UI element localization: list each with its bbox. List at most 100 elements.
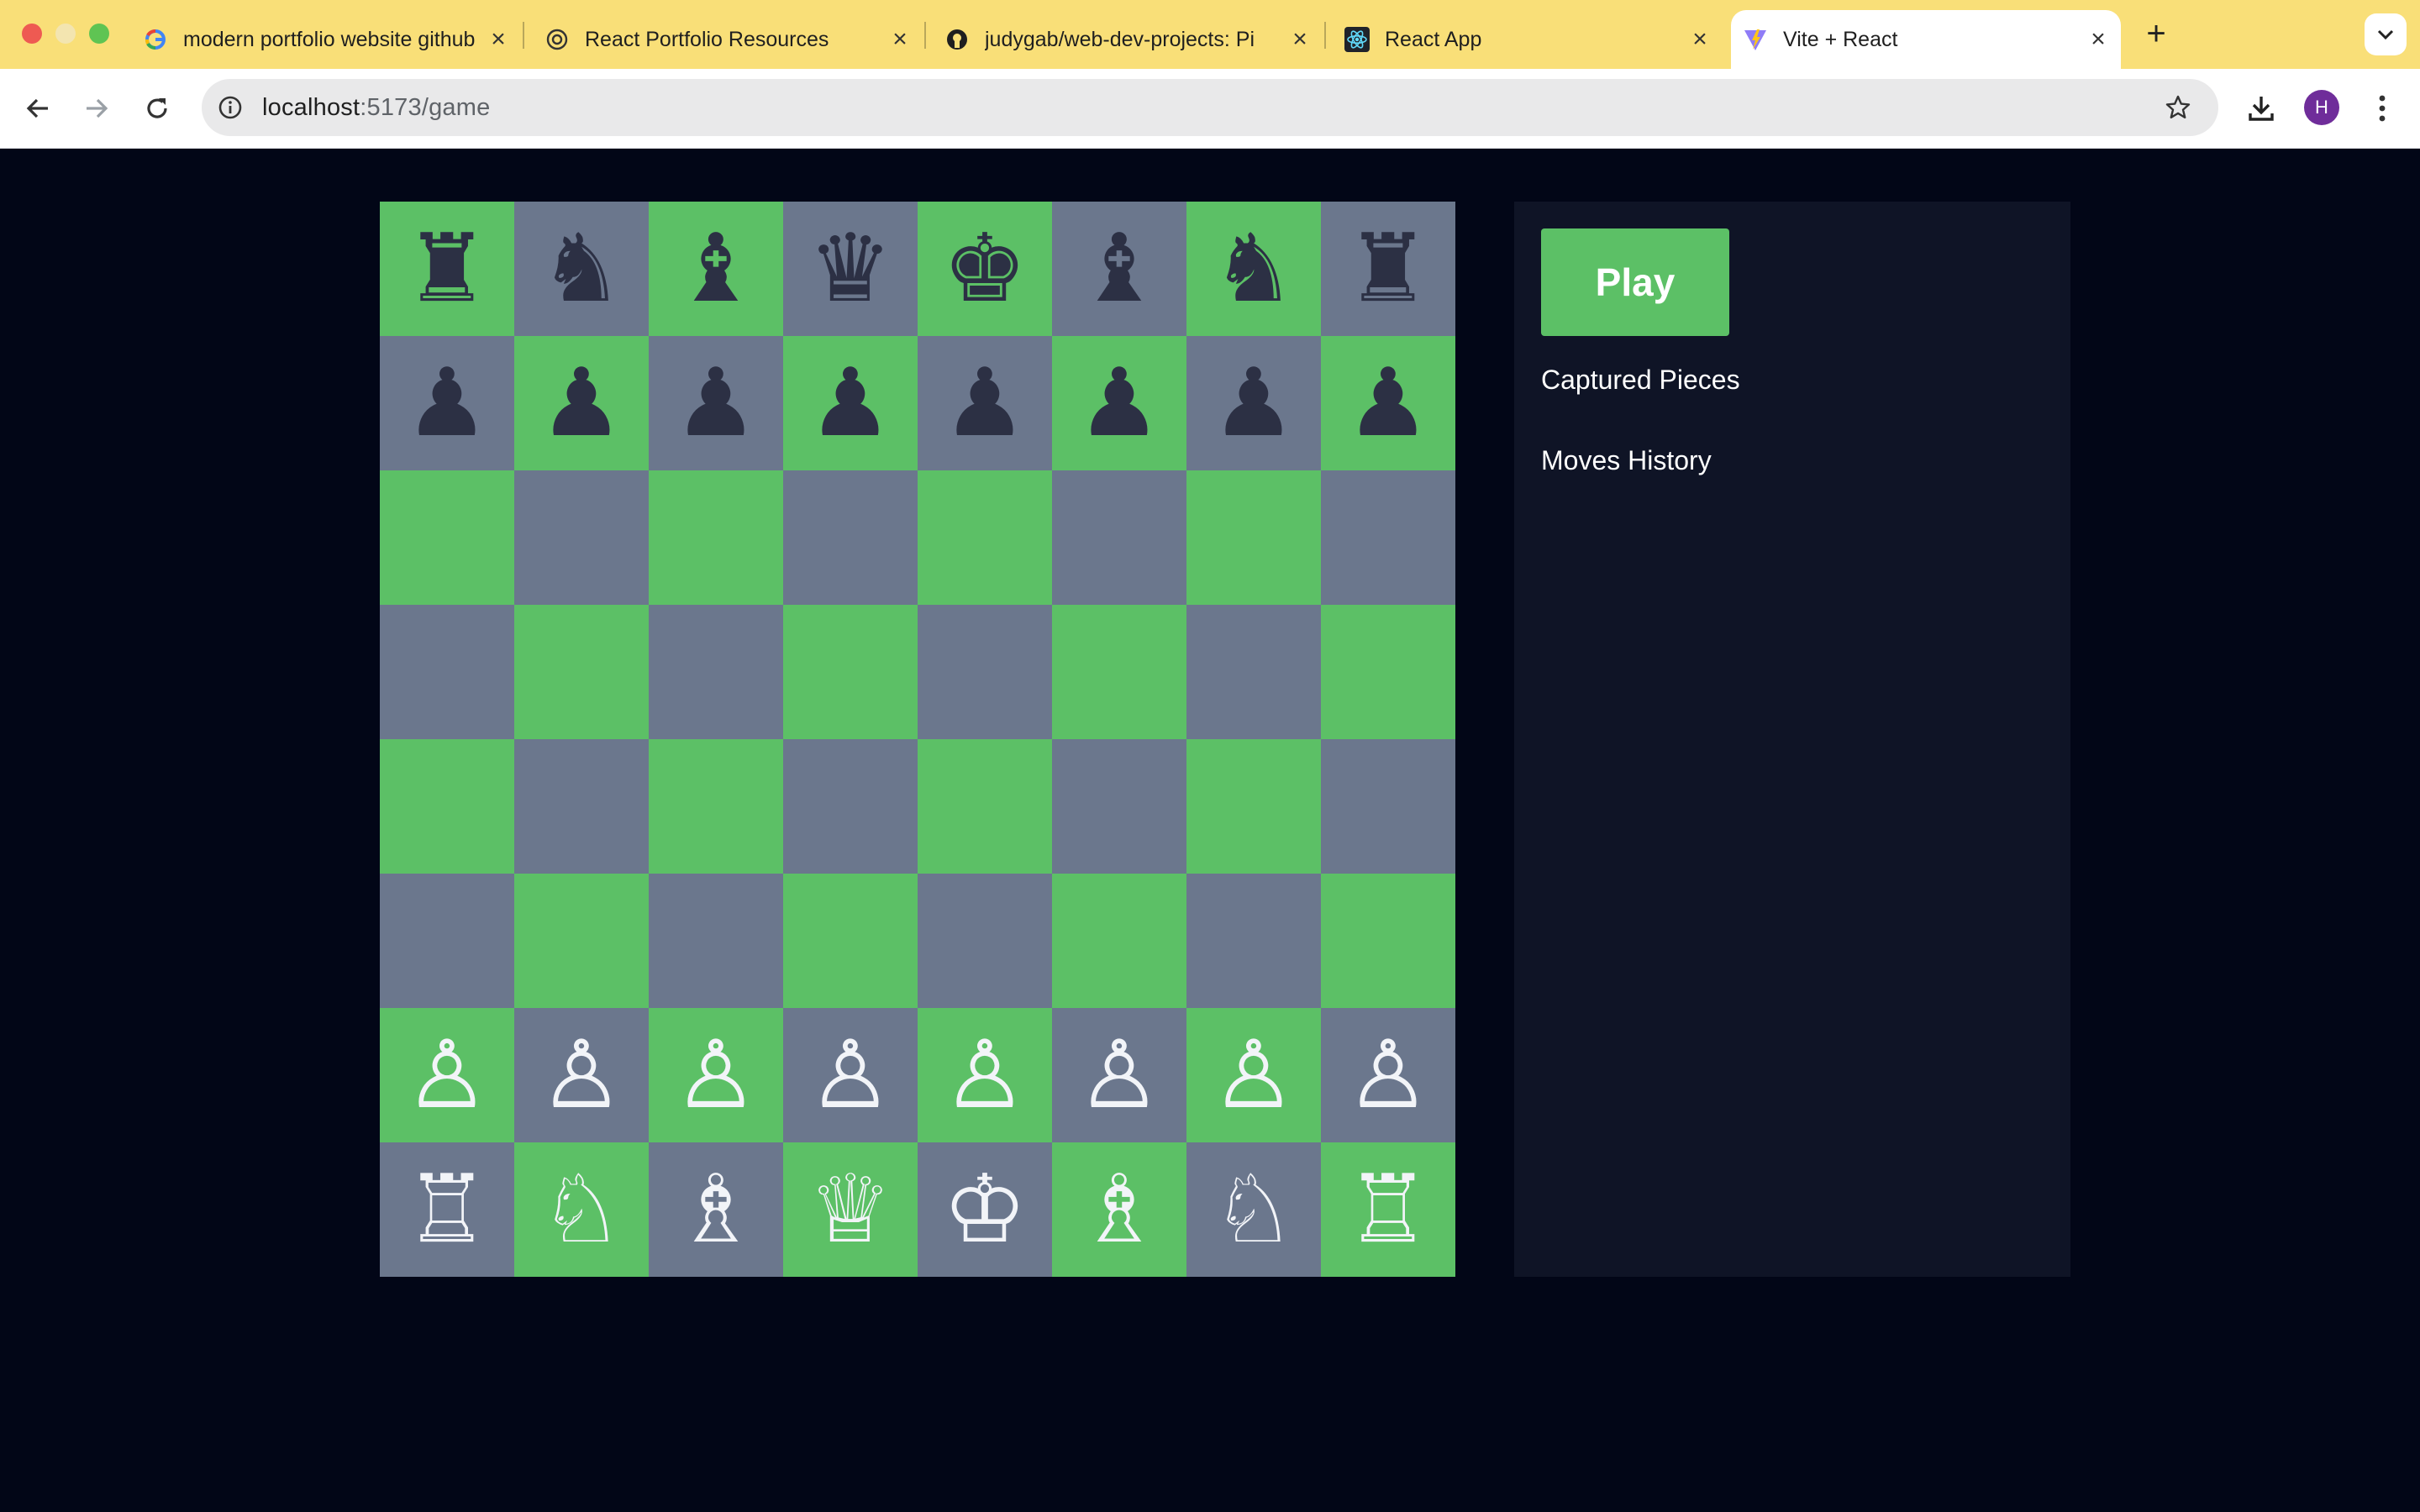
board-square-b4[interactable]	[514, 739, 649, 874]
board-square-g8[interactable]: ♞	[1186, 202, 1321, 336]
board-square-h4[interactable]	[1321, 739, 1455, 874]
chess-piece[interactable]: ♟	[1346, 356, 1430, 450]
bookmark-star-icon[interactable]	[2161, 91, 2195, 124]
board-square-g3[interactable]	[1186, 874, 1321, 1008]
chess-piece[interactable]: ♙	[1346, 1028, 1430, 1122]
reload-button[interactable]	[134, 86, 180, 131]
board-square-a4[interactable]	[380, 739, 514, 874]
board-square-e7[interactable]: ♟	[918, 336, 1052, 470]
board-square-a5[interactable]	[380, 605, 514, 739]
close-icon[interactable]: ×	[2084, 25, 2112, 54]
board-square-f1[interactable]: ♗	[1052, 1142, 1186, 1277]
board-square-f5[interactable]	[1052, 605, 1186, 739]
chess-piece[interactable]: ♙	[808, 1028, 892, 1122]
back-button[interactable]	[15, 86, 60, 131]
board-square-a1[interactable]: ♖	[380, 1142, 514, 1277]
board-square-c2[interactable]: ♙	[649, 1008, 783, 1142]
tab-vite-react[interactable]: Vite + React ×	[1731, 10, 2121, 69]
board-square-c7[interactable]: ♟	[649, 336, 783, 470]
board-square-b3[interactable]	[514, 874, 649, 1008]
board-square-f6[interactable]	[1052, 470, 1186, 605]
board-square-b2[interactable]: ♙	[514, 1008, 649, 1142]
board-square-c6[interactable]	[649, 470, 783, 605]
board-square-a3[interactable]	[380, 874, 514, 1008]
board-square-d8[interactable]: ♛	[783, 202, 918, 336]
board-square-c4[interactable]	[649, 739, 783, 874]
board-square-d4[interactable]	[783, 739, 918, 874]
maximize-window-button[interactable]	[89, 24, 109, 44]
chess-piece[interactable]: ♜	[405, 222, 489, 316]
chess-piece[interactable]: ♟	[808, 356, 892, 450]
board-square-h1[interactable]: ♖	[1321, 1142, 1455, 1277]
board-square-g1[interactable]: ♘	[1186, 1142, 1321, 1277]
board-square-b6[interactable]	[514, 470, 649, 605]
board-square-a6[interactable]	[380, 470, 514, 605]
board-square-e5[interactable]	[918, 605, 1052, 739]
board-square-f4[interactable]	[1052, 739, 1186, 874]
close-icon[interactable]: ×	[886, 25, 914, 54]
chess-piece[interactable]: ♙	[943, 1028, 1027, 1122]
board-square-e2[interactable]: ♙	[918, 1008, 1052, 1142]
close-window-button[interactable]	[22, 24, 42, 44]
minimize-window-button[interactable]	[55, 24, 76, 44]
board-square-b7[interactable]: ♟	[514, 336, 649, 470]
site-info-icon[interactable]	[213, 91, 247, 124]
board-square-g2[interactable]: ♙	[1186, 1008, 1321, 1142]
chess-piece[interactable]: ♞	[1212, 222, 1296, 316]
menu-button[interactable]	[2360, 86, 2405, 131]
board-square-e1[interactable]: ♔	[918, 1142, 1052, 1277]
chess-piece[interactable]: ♕	[808, 1163, 892, 1257]
board-square-c1[interactable]: ♗	[649, 1142, 783, 1277]
board-square-c8[interactable]: ♝	[649, 202, 783, 336]
chess-piece[interactable]: ♔	[943, 1163, 1027, 1257]
board-square-f8[interactable]: ♝	[1052, 202, 1186, 336]
forward-button[interactable]	[74, 86, 119, 131]
tab-react-portfolio-resources[interactable]: React Portfolio Resources ×	[544, 10, 914, 69]
chess-piece[interactable]: ♗	[1077, 1163, 1161, 1257]
chess-piece[interactable]: ♟	[539, 356, 623, 450]
board-square-a2[interactable]: ♙	[380, 1008, 514, 1142]
tab-react-app[interactable]: React App ×	[1344, 10, 1714, 69]
board-square-g6[interactable]	[1186, 470, 1321, 605]
board-square-d7[interactable]: ♟	[783, 336, 918, 470]
chess-piece[interactable]: ♘	[539, 1163, 623, 1257]
board-square-e8[interactable]: ♚	[918, 202, 1052, 336]
tab-search-button[interactable]	[2365, 13, 2407, 55]
board-square-c5[interactable]	[649, 605, 783, 739]
chess-piece[interactable]: ♙	[405, 1028, 489, 1122]
board-square-b5[interactable]	[514, 605, 649, 739]
chess-piece[interactable]: ♝	[674, 222, 758, 316]
board-square-e3[interactable]	[918, 874, 1052, 1008]
chess-piece[interactable]: ♞	[539, 222, 623, 316]
board-square-a8[interactable]: ♜	[380, 202, 514, 336]
board-square-d6[interactable]	[783, 470, 918, 605]
chess-piece[interactable]: ♟	[405, 356, 489, 450]
chess-piece[interactable]: ♚	[943, 222, 1027, 316]
tab-google-search[interactable]: modern portfolio website github ×	[143, 10, 513, 69]
tab-github-web-dev-projects[interactable]: judygab/web-dev-projects: Pi ×	[944, 10, 1314, 69]
downloads-button[interactable]	[2238, 86, 2284, 131]
close-icon[interactable]: ×	[1686, 25, 1714, 54]
chess-piece[interactable]: ♖	[1346, 1163, 1430, 1257]
address-bar[interactable]: localhost:5173/game	[202, 79, 2218, 136]
board-square-h2[interactable]: ♙	[1321, 1008, 1455, 1142]
chess-piece[interactable]: ♙	[1077, 1028, 1161, 1122]
chess-piece[interactable]: ♙	[1212, 1028, 1296, 1122]
chess-piece[interactable]: ♝	[1077, 222, 1161, 316]
close-icon[interactable]: ×	[1286, 25, 1314, 54]
board-square-d5[interactable]	[783, 605, 918, 739]
board-square-d3[interactable]	[783, 874, 918, 1008]
chess-piece[interactable]: ♟	[943, 356, 1027, 450]
chess-piece[interactable]: ♟	[1077, 356, 1161, 450]
chess-piece[interactable]: ♗	[674, 1163, 758, 1257]
board-square-g4[interactable]	[1186, 739, 1321, 874]
board-square-b1[interactable]: ♘	[514, 1142, 649, 1277]
board-square-f7[interactable]: ♟	[1052, 336, 1186, 470]
board-square-c3[interactable]	[649, 874, 783, 1008]
play-button[interactable]: Play	[1541, 228, 1729, 336]
chess-piece[interactable]: ♙	[674, 1028, 758, 1122]
board-square-f2[interactable]: ♙	[1052, 1008, 1186, 1142]
board-square-h8[interactable]: ♜	[1321, 202, 1455, 336]
board-square-e6[interactable]	[918, 470, 1052, 605]
board-square-g5[interactable]	[1186, 605, 1321, 739]
